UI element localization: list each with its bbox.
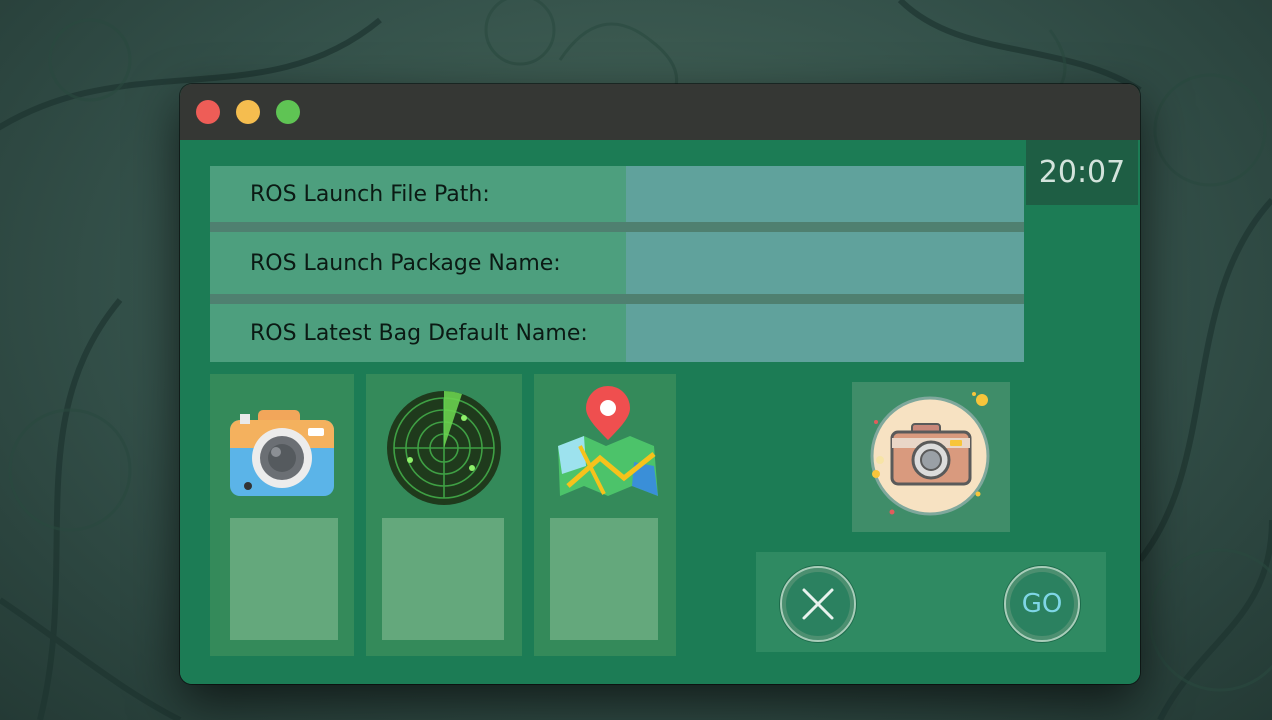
app-window: 20:07 ROS Launch File Path: ROS Launch P… [180, 84, 1140, 684]
close-window-button[interactable] [196, 100, 220, 124]
map-tile[interactable] [534, 374, 676, 656]
map-preview-slot [550, 518, 658, 640]
bag-default-name-label: ROS Latest Bag Default Name: [210, 304, 626, 362]
main-content: 20:07 ROS Launch File Path: ROS Launch P… [180, 140, 1140, 684]
photo-capture-card[interactable] [852, 382, 1010, 532]
zoom-window-button[interactable] [276, 100, 300, 124]
map-pin-icon [558, 386, 658, 496]
action-panel: GO [756, 552, 1106, 652]
ros-settings-form: ROS Launch File Path: ROS Launch Package… [210, 166, 1024, 362]
radar-tile[interactable] [366, 374, 522, 656]
form-divider [210, 294, 1024, 304]
launch-file-path-label: ROS Launch File Path: [210, 166, 626, 222]
photo-camera-icon [870, 392, 990, 516]
radar-preview-slot [382, 518, 504, 640]
form-row-package-name: ROS Launch Package Name: [210, 232, 1024, 294]
package-name-input[interactable] [626, 232, 1024, 294]
camera-icon [230, 410, 334, 496]
go-button-label: GO [1021, 589, 1063, 619]
cancel-button[interactable] [780, 566, 856, 642]
package-name-label: ROS Launch Package Name: [210, 232, 626, 294]
form-row-bag-default-name: ROS Latest Bag Default Name: [210, 304, 1024, 362]
form-row-launch-file-path: ROS Launch File Path: [210, 166, 1024, 222]
camera-tile[interactable] [210, 374, 354, 656]
launch-file-path-input[interactable] [626, 166, 1024, 222]
title-bar[interactable] [180, 84, 1140, 140]
clock-display: 20:07 [1026, 140, 1138, 205]
bag-default-name-input[interactable] [626, 304, 1024, 362]
close-icon [802, 588, 834, 620]
camera-preview-slot [230, 518, 338, 640]
form-divider [210, 222, 1024, 232]
minimize-window-button[interactable] [236, 100, 260, 124]
radar-icon [387, 391, 501, 505]
go-button[interactable]: GO [1004, 566, 1080, 642]
